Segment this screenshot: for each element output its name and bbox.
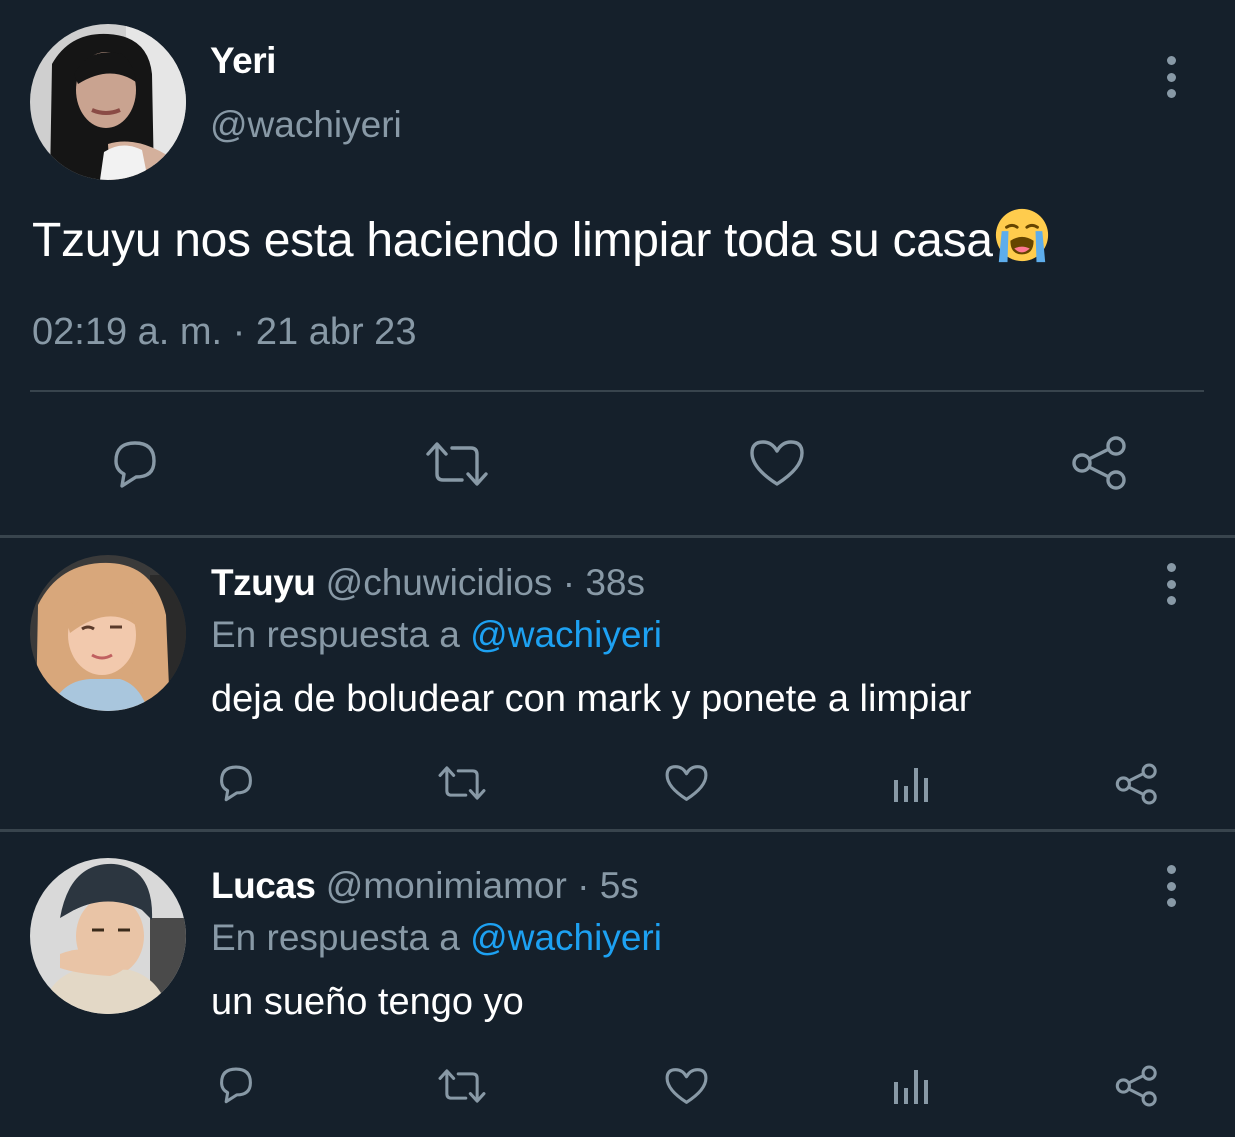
tweet-text-content: Tzuyu nos esta haciendo limpiar toda su … (32, 214, 993, 267)
retweet-icon[interactable] (437, 1067, 487, 1105)
reply-icon[interactable] (214, 1064, 258, 1106)
share-icon[interactable] (1070, 434, 1130, 492)
reply-header: Lucas @monimiamor · 5s (211, 865, 639, 907)
retweet-icon[interactable] (424, 440, 490, 488)
main-tweet: Yeri @wachiyeri Tzuyu nos esta haciendo … (0, 0, 1235, 536)
reply-icon[interactable] (214, 762, 258, 804)
replying-to: En respuesta a @wachiyeri (211, 614, 662, 656)
author-name[interactable]: Yeri (210, 40, 276, 82)
more-options-icon[interactable] (1163, 563, 1179, 605)
divider (0, 829, 1235, 832)
replying-to-label: En respuesta a (211, 614, 460, 655)
author-name[interactable]: Lucas (211, 865, 316, 906)
divider (0, 535, 1235, 538)
tweet-text: Tzuyu nos esta haciendo limpiar toda su … (32, 206, 1051, 268)
author-name[interactable]: Tzuyu (211, 562, 316, 603)
reply-text: deja de boludear con mark y ponete a lim… (211, 678, 972, 720)
author-handle[interactable]: @monimiamor (326, 865, 567, 906)
replying-to: En respuesta a @wachiyeri (211, 917, 662, 959)
reply-time[interactable]: · 5s (577, 865, 639, 906)
share-icon[interactable] (1114, 762, 1160, 806)
reply-text: un sueño tengo yo (211, 981, 524, 1023)
loudly-crying-face-emoji (995, 208, 1048, 263)
avatar[interactable] (30, 24, 186, 180)
avatar-photo (30, 858, 186, 1014)
mention-link[interactable]: @wachiyeri (470, 614, 662, 655)
like-icon[interactable] (664, 762, 709, 804)
like-icon[interactable] (748, 436, 806, 490)
avatar[interactable] (30, 858, 186, 1014)
analytics-icon[interactable] (892, 766, 932, 804)
replying-to-label: En respuesta a (211, 917, 460, 958)
author-handle[interactable]: @wachiyeri (210, 104, 402, 146)
reply-header: Tzuyu @chuwicidios · 38s (211, 562, 645, 604)
author-handle[interactable]: @chuwicidios (326, 562, 553, 603)
reply-time[interactable]: · 38s (563, 562, 645, 603)
retweet-icon[interactable] (437, 764, 487, 802)
avatar-photo (30, 555, 186, 711)
avatar-photo (30, 24, 186, 180)
divider (30, 390, 1204, 392)
more-options-icon[interactable] (1163, 865, 1179, 907)
tweet-thread: Yeri @wachiyeri Tzuyu nos esta haciendo … (0, 0, 1235, 1137)
like-icon[interactable] (664, 1065, 709, 1107)
reply-icon[interactable] (106, 437, 164, 491)
analytics-icon[interactable] (892, 1068, 932, 1106)
mention-link[interactable]: @wachiyeri (470, 917, 662, 958)
share-icon[interactable] (1114, 1064, 1160, 1108)
avatar[interactable] (30, 555, 186, 711)
more-options-icon[interactable] (1163, 56, 1179, 98)
tweet-timestamp[interactable]: 02:19 a. m. · 21 abr 23 (32, 311, 416, 354)
